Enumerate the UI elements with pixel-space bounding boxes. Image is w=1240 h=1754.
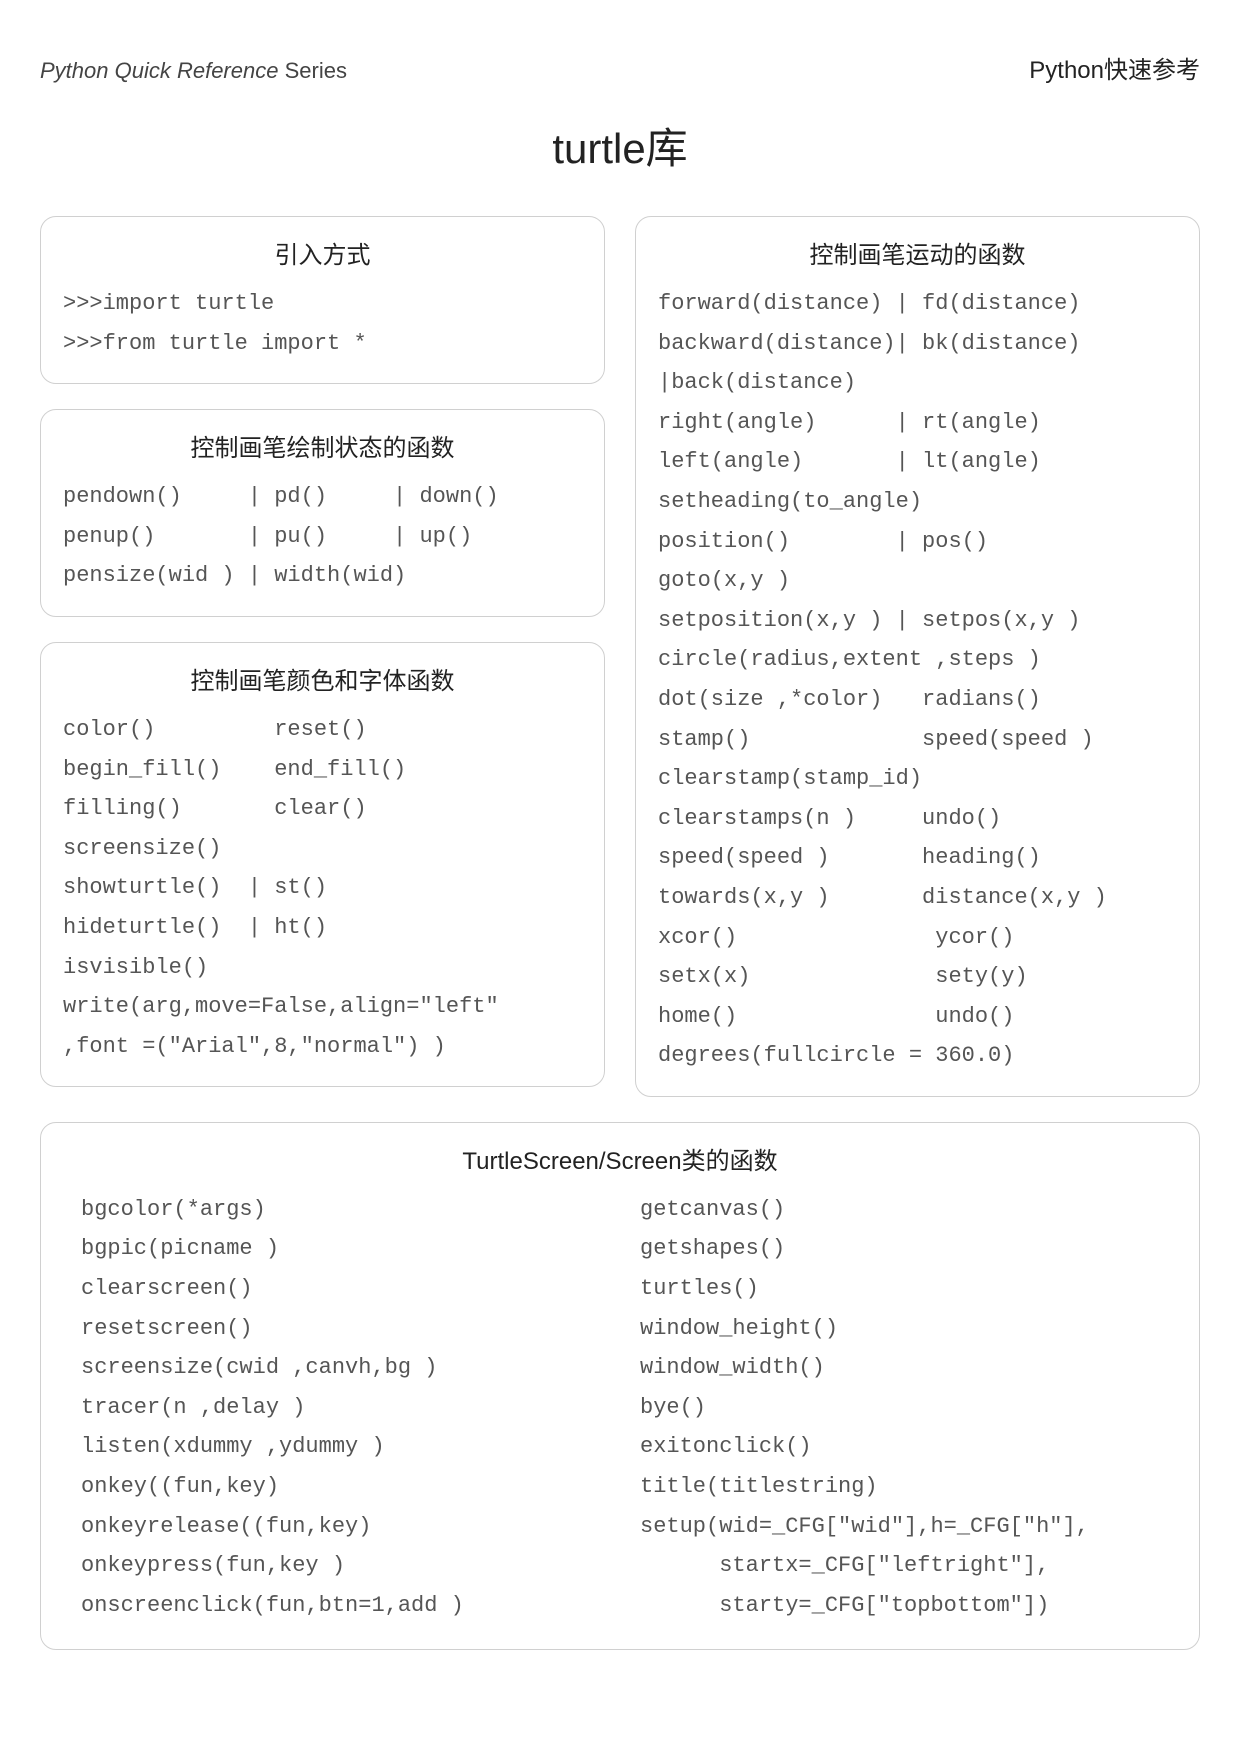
box-pen-state-body: pendown() | pd() | down() penup() | pu()… — [63, 477, 582, 596]
box-pen-state: 控制画笔绘制状态的函数 pendown() | pd() | down() pe… — [40, 409, 605, 617]
box-motion-title: 控制画笔运动的函数 — [658, 235, 1177, 270]
page-title: turtle库 — [40, 115, 1200, 176]
box-import-body: >>>import turtle >>>from turtle import * — [63, 284, 582, 363]
header-series-rest: Series — [278, 58, 346, 83]
box-motion: 控制画笔运动的函数 forward(distance) | fd(distanc… — [635, 216, 1200, 1097]
header-left: Python Quick Reference Series — [40, 58, 347, 84]
box-motion-body: forward(distance) | fd(distance) backwar… — [658, 284, 1177, 1076]
box-import-title: 引入方式 — [63, 235, 582, 270]
box-screen: TurtleScreen/Screen类的函数 bgcolor(*args) b… — [40, 1122, 1200, 1651]
box-screen-columns: bgcolor(*args) bgpic(picname ) clearscre… — [81, 1190, 1159, 1626]
two-column-layout: 引入方式 >>>import turtle >>>from turtle imp… — [40, 216, 1200, 1097]
box-import: 引入方式 >>>import turtle >>>from turtle imp… — [40, 216, 605, 384]
left-column: 引入方式 >>>import turtle >>>from turtle imp… — [40, 216, 605, 1097]
box-screen-right: getcanvas() getshapes() turtles() window… — [640, 1190, 1159, 1626]
box-color-font: 控制画笔颜色和字体函数 color() reset() begin_fill()… — [40, 642, 605, 1087]
box-screen-left: bgcolor(*args) bgpic(picname ) clearscre… — [81, 1190, 600, 1626]
box-color-font-title: 控制画笔颜色和字体函数 — [63, 661, 582, 696]
box-color-font-body: color() reset() begin_fill() end_fill() … — [63, 710, 582, 1066]
header-right: Python快速参考 — [1029, 50, 1200, 85]
box-pen-state-title: 控制画笔绘制状态的函数 — [63, 428, 582, 463]
box-screen-title: TurtleScreen/Screen类的函数 — [81, 1141, 1159, 1176]
header-series-italic: Python Quick Reference — [40, 58, 278, 83]
right-column: 控制画笔运动的函数 forward(distance) | fd(distanc… — [635, 216, 1200, 1097]
page-header: Python Quick Reference Series Python快速参考 — [40, 50, 1200, 85]
